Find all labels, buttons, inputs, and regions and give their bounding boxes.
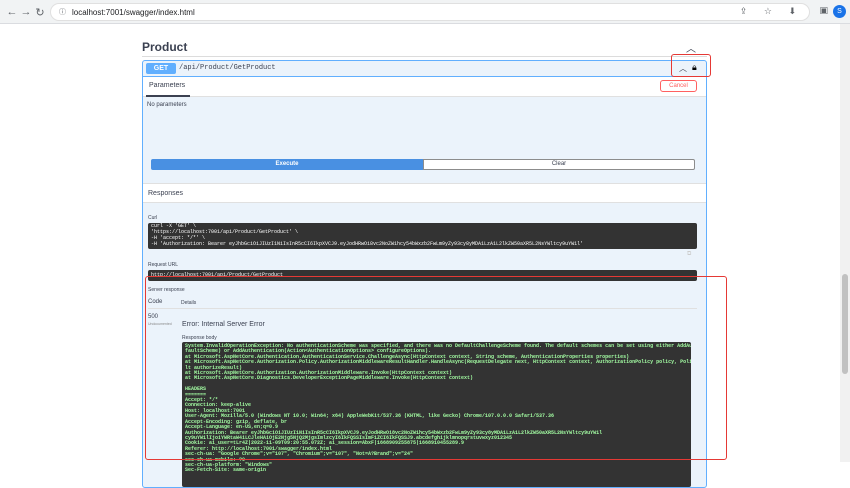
parameters-tab[interactable]: Parameters: [149, 82, 185, 89]
curl-label: Curl: [148, 215, 158, 221]
operation-summary[interactable]: GET /api/Product/GetProduct ︿ 🔒︎: [143, 61, 706, 77]
highlight-box: [671, 54, 711, 77]
sidepanel-icon[interactable]: ▣: [819, 5, 828, 16]
no-parameters-text: No parameters: [147, 102, 187, 108]
address-bar[interactable]: ⓘ localhost:7001/swagger/index.html ⇪ ☆ …: [50, 3, 810, 21]
site-info-icon[interactable]: ⓘ: [59, 7, 66, 17]
address-bar-icons[interactable]: ⇪ ☆ ⬇: [740, 6, 803, 17]
scrollbar-thumb[interactable]: [842, 274, 848, 374]
reload-icon[interactable]: ↻: [32, 6, 48, 19]
section-title[interactable]: Product: [142, 40, 187, 54]
operation-path: /api/Product/GetProduct: [179, 64, 276, 72]
copy-icon[interactable]: ⧉: [687, 251, 691, 258]
highlight-box: [145, 276, 727, 460]
response-body-line: Sec-Fetch-Site: same-origin: [185, 467, 267, 474]
curl-code-block[interactable]: curl -X 'GET' \ 'https://localhost:7001/…: [148, 223, 697, 249]
cancel-button[interactable]: Cancel: [660, 80, 697, 92]
clear-button[interactable]: Clear: [423, 159, 695, 170]
chevron-up-icon[interactable]: ︿: [686, 40, 696, 55]
execute-button[interactable]: Execute: [151, 159, 423, 170]
responses-header: Responses: [143, 183, 706, 203]
parameters-header: Parameters Cancel: [143, 77, 706, 97]
responses-title: Responses: [148, 190, 184, 197]
avatar[interactable]: S: [833, 5, 846, 18]
method-badge: GET: [146, 63, 176, 74]
page-scrollbar[interactable]: [840, 24, 850, 462]
curl-line: -H 'Authorization: Bearer eyJhbGciOiJIUz…: [151, 241, 584, 247]
request-url-label: Request URL: [148, 262, 179, 268]
divider: [142, 56, 707, 57]
url-text: localhost:7001/swagger/index.html: [72, 7, 195, 17]
browser-toolbar: ← → ↻ ⓘ localhost:7001/swagger/index.htm…: [0, 0, 850, 24]
tab-underline: [146, 95, 190, 97]
